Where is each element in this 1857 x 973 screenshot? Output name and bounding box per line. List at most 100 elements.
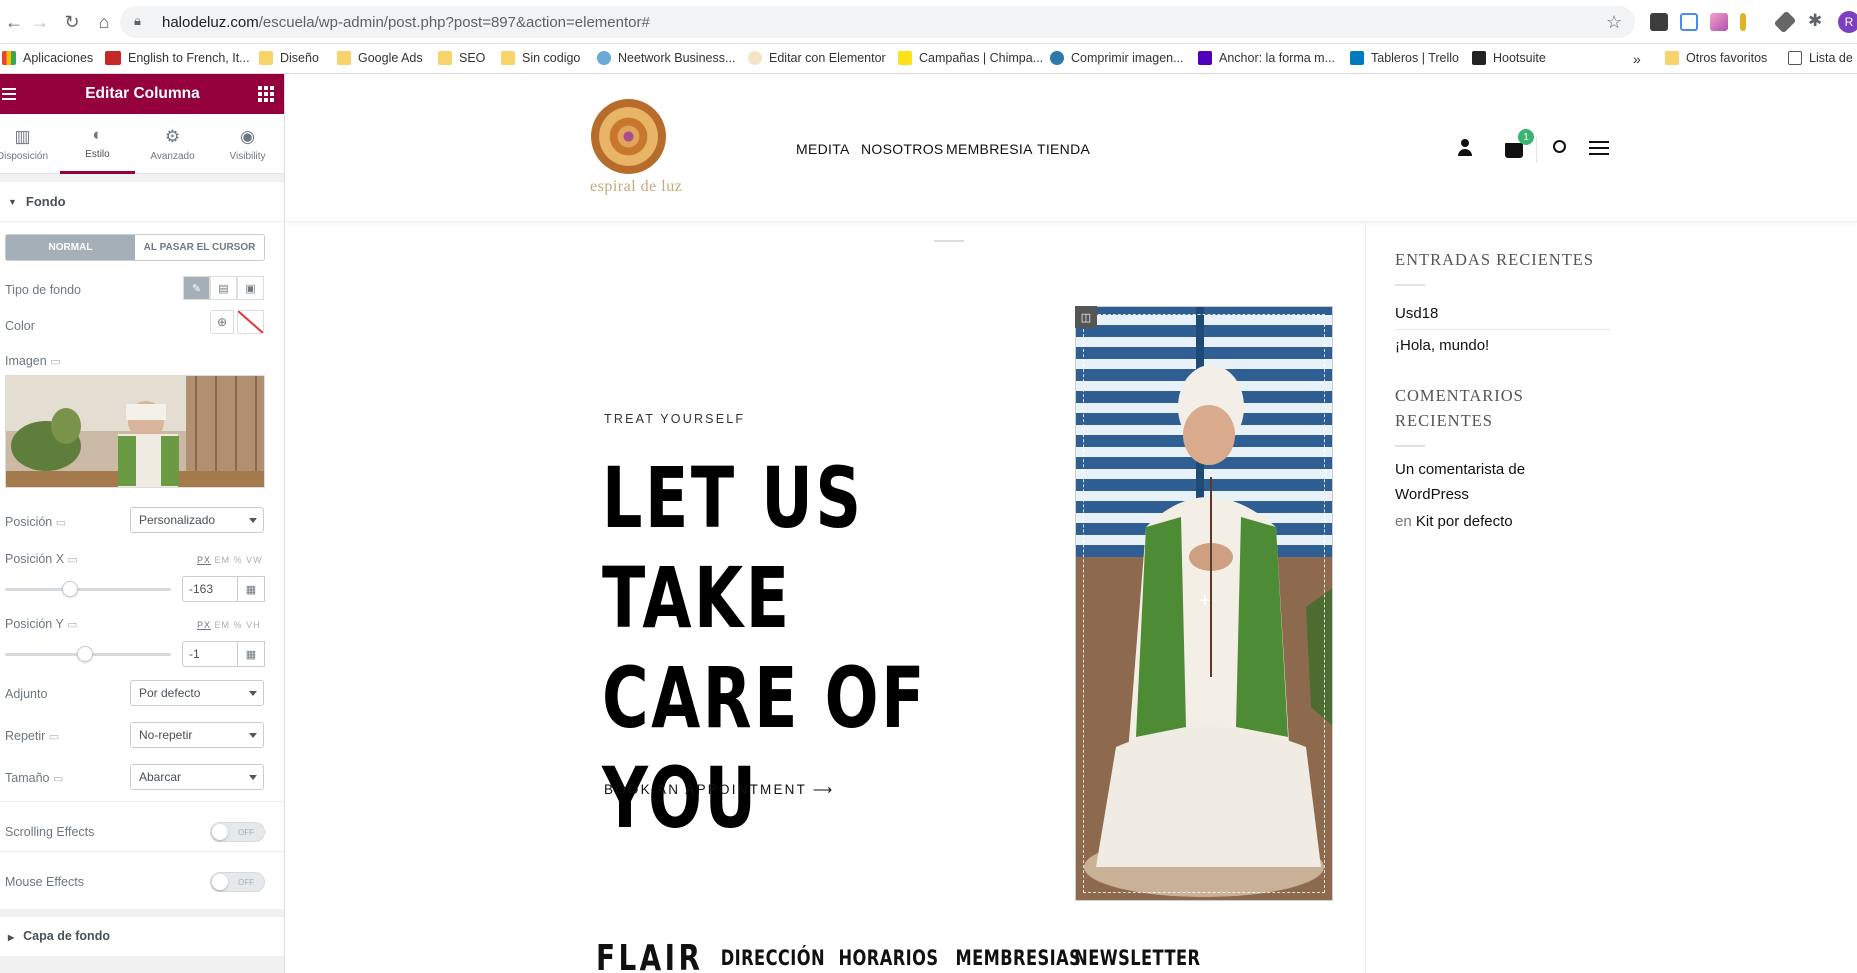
globe-icon[interactable]: ⊕ — [210, 310, 234, 334]
caret-down-icon: ▼ — [8, 196, 17, 207]
nav-membresia[interactable]: MEMBRESIA — [946, 141, 1033, 157]
address-bar[interactable]: halodeluz.com/escuela/wp-admin/post.php?… — [120, 6, 1635, 38]
logo-text: espiral de luz — [590, 178, 683, 195]
image-preview[interactable] — [5, 375, 265, 488]
bookmark-reverso[interactable]: English to French, It... — [105, 51, 250, 65]
widgets-grid-icon[interactable] — [258, 86, 274, 102]
home-icon[interactable]: ⌂ — [92, 10, 116, 34]
bookmark-apps[interactable]: Aplicaciones — [2, 51, 93, 65]
comment-post-link[interactable]: Kit por defecto — [1416, 513, 1513, 530]
bookmark-anchor[interactable]: Anchor: la forma m... — [1198, 51, 1335, 65]
bookmark-compress[interactable]: Comprimir imagen... — [1050, 51, 1184, 65]
toggle-knob — [212, 824, 228, 840]
recent-post-link[interactable]: ¡Hola, mundo! — [1395, 330, 1625, 361]
bookmark-google-ads[interactable]: Google Ads — [337, 51, 423, 65]
section-capa-fondo[interactable]: ▶ Capa de fondo — [8, 929, 110, 943]
folder-icon — [1665, 51, 1679, 65]
adjunto-select[interactable]: Por defecto — [130, 680, 264, 706]
comment-author-link[interactable]: Un comentarista de WordPress — [1395, 457, 1555, 507]
bookmark-seo[interactable]: SEO — [438, 51, 485, 65]
tab-disposicion[interactable]: ▥ Disposición — [0, 114, 60, 174]
tab-estilo[interactable]: ◐ Estilo — [60, 114, 135, 174]
posicion-y-input[interactable]: -1 — [182, 641, 238, 667]
posicion-x-slider[interactable] — [5, 581, 171, 597]
footer-flair-logo[interactable]: FLAIR — [596, 938, 703, 973]
posicion-x-units[interactable]: PX EM % VW — [197, 555, 263, 565]
compress-icon — [1050, 51, 1064, 65]
posicion-select[interactable]: Personalizado — [130, 507, 264, 533]
footer-membresias[interactable]: MEMBRESIAS — [955, 946, 1081, 970]
posicion-x-input[interactable]: -163 — [182, 576, 238, 602]
logo-spiral[interactable] — [591, 99, 666, 174]
bookmarks-bar: Aplicaciones English to French, It... Di… — [0, 44, 1857, 74]
desktop-icon: ▭ — [52, 773, 64, 785]
column-edit-handle[interactable]: ◫ — [1075, 306, 1097, 328]
hamburger-menu-icon[interactable] — [1589, 141, 1609, 155]
tamano-select[interactable]: Abarcar — [130, 764, 264, 790]
mouse-effects-toggle[interactable]: OFF — [210, 872, 265, 892]
posicion-y-units[interactable]: PX EM % VH — [197, 620, 261, 630]
gradient-icon[interactable]: ▤ — [210, 276, 237, 300]
book-appointment-link[interactable]: BOOK AN APPOINTMENT ⟶ — [604, 782, 834, 798]
bookmark-star-icon[interactable]: ☆ — [1606, 12, 1622, 33]
extensions-puzzle-icon[interactable]: ✱ — [1808, 11, 1822, 31]
bookmark-diseno[interactable]: Diseño — [259, 51, 319, 65]
bookmark-elementor[interactable]: Editar con Elementor — [748, 51, 886, 65]
bookmark-neetwork[interactable]: Neetwork Business... — [597, 51, 735, 65]
calculator-icon[interactable]: ▦ — [238, 576, 265, 602]
state-hover-button[interactable]: AL PASAR EL CURSOR — [135, 235, 264, 260]
nav-nosotros[interactable]: NOSOTROS — [861, 141, 944, 157]
section-fondo[interactable]: ▼ Fondo — [0, 182, 284, 222]
tab-avanzado[interactable]: ⚙ Avanzado — [135, 114, 210, 174]
footer-direccion[interactable]: DIRECCIÓN — [721, 946, 825, 970]
add-icon[interactable]: + — [1199, 590, 1211, 613]
tab-visibility[interactable]: ◉ Visibility — [210, 114, 284, 174]
color-picker[interactable] — [237, 310, 264, 334]
nav-medita[interactable]: MEDITA — [796, 141, 850, 157]
tamano-label: Tamaño ▭ — [5, 771, 64, 785]
scrolling-effects-toggle[interactable]: OFF — [210, 822, 265, 842]
color-label: Color — [5, 319, 35, 333]
extension-icon[interactable] — [1710, 13, 1728, 31]
bookmark-trello[interactable]: Tableros | Trello — [1350, 51, 1459, 65]
extension-icon[interactable] — [1740, 13, 1746, 31]
more-bookmarks-chevron[interactable]: » — [1633, 51, 1641, 67]
adjunto-label: Adjunto — [5, 687, 48, 701]
forward-icon[interactable]: → — [28, 10, 52, 34]
calculator-icon[interactable]: ▦ — [238, 641, 265, 667]
extension-icon[interactable] — [1773, 10, 1797, 34]
bookmark-mailchimp[interactable]: Campañas | Chimpa... — [898, 51, 1043, 65]
recent-post-link[interactable]: Usd18 — [1395, 298, 1625, 329]
bookmark-other[interactable]: Otros favoritos — [1665, 51, 1767, 65]
back-icon[interactable]: ← — [2, 10, 26, 34]
user-icon[interactable] — [1457, 139, 1473, 157]
extension-icon[interactable] — [1650, 13, 1668, 31]
divider — [1536, 137, 1537, 163]
imagen-label: Imagen ▭ — [5, 354, 61, 368]
slider-handle[interactable] — [76, 646, 93, 662]
bookmark-hootsuite[interactable]: Hootsuite — [1472, 51, 1546, 65]
reading-list[interactable]: Lista de l — [1788, 51, 1857, 65]
recent-posts-title: ENTRADAS RECIENTES — [1395, 250, 1595, 269]
bookmark-sin-codigo[interactable]: Sin codigo — [501, 51, 580, 65]
brush-icon[interactable]: ✎ — [183, 276, 210, 300]
state-normal-button[interactable]: NORMAL — [6, 235, 135, 260]
extension-icon[interactable] — [1680, 13, 1698, 31]
video-icon[interactable]: ▣ — [237, 276, 264, 300]
posicion-y-slider[interactable] — [5, 646, 171, 662]
slider-handle[interactable] — [61, 581, 78, 597]
style-icon: ◐ — [92, 125, 103, 144]
repetir-select[interactable]: No-repetir — [130, 722, 264, 748]
lock-icon[interactable]: 🔒︎ — [134, 13, 141, 29]
footer-newsletter[interactable]: NEWSLETTER — [1074, 946, 1200, 970]
nav-tienda[interactable]: TIENDA — [1037, 141, 1090, 157]
cart-icon[interactable] — [1505, 143, 1523, 158]
repetir-label: Repetir ▭ — [5, 729, 60, 743]
drag-handle[interactable] — [934, 240, 964, 242]
reload-icon[interactable]: ↻ — [60, 10, 84, 34]
hamburger-menu-icon[interactable] — [2, 85, 16, 103]
search-icon[interactable] — [1553, 140, 1566, 153]
profile-avatar[interactable]: R — [1838, 11, 1857, 33]
footer-horarios[interactable]: HORARIOS — [839, 946, 939, 970]
sidebar-divider — [1365, 222, 1366, 973]
